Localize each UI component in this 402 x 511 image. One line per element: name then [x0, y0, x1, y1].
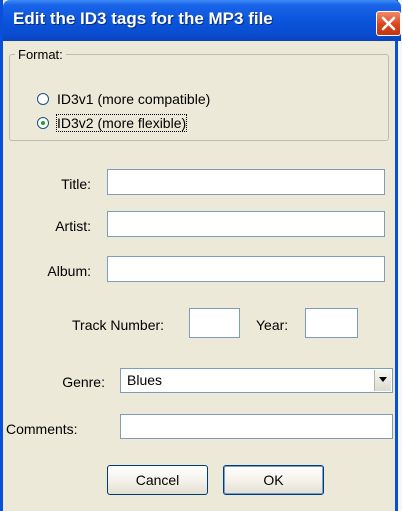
year-label: Year: [256, 317, 289, 333]
genre-label: Genre: [62, 374, 105, 390]
year-field[interactable] [305, 308, 358, 338]
genre-value: Blues [127, 372, 163, 388]
radio-button-id3v1[interactable] [37, 93, 49, 105]
genre-dropdown[interactable]: Blues [120, 368, 393, 393]
comments-field[interactable] [120, 414, 393, 439]
genre-dropdown-button[interactable] [374, 370, 391, 391]
comments-label: Comments: [6, 421, 78, 437]
chevron-down-icon [379, 377, 387, 382]
artist-field[interactable] [107, 211, 385, 237]
title-bar[interactable]: Edit the ID3 tags for the MP3 file [3, 0, 401, 41]
radio-label-id3v1: ID3v1 (more compatible) [57, 91, 211, 107]
close-button[interactable] [376, 11, 401, 36]
close-icon [381, 16, 396, 31]
title-label: Title: [61, 176, 91, 192]
album-field[interactable] [107, 256, 385, 282]
artist-label: Artist: [55, 218, 91, 234]
dialog-title: Edit the ID3 tags for the MP3 file [13, 9, 273, 28]
radio-id3v2[interactable]: ID3v2 (more flexible) [37, 114, 188, 132]
ok-button[interactable]: OK [223, 465, 324, 495]
radio-button-id3v2[interactable] [37, 117, 49, 129]
track-number-field[interactable] [189, 308, 240, 338]
track-number-label: Track Number: [72, 317, 165, 333]
format-legend: Format: [15, 47, 66, 62]
cancel-button[interactable]: Cancel [107, 465, 208, 495]
radio-label-id3v2: ID3v2 (more flexible) [55, 114, 188, 132]
title-field[interactable] [107, 169, 385, 195]
radio-id3v1[interactable]: ID3v1 (more compatible) [37, 90, 210, 108]
id3-dialog: Edit the ID3 tags for the MP3 file Forma… [0, 0, 401, 511]
album-label: Album: [47, 263, 91, 279]
